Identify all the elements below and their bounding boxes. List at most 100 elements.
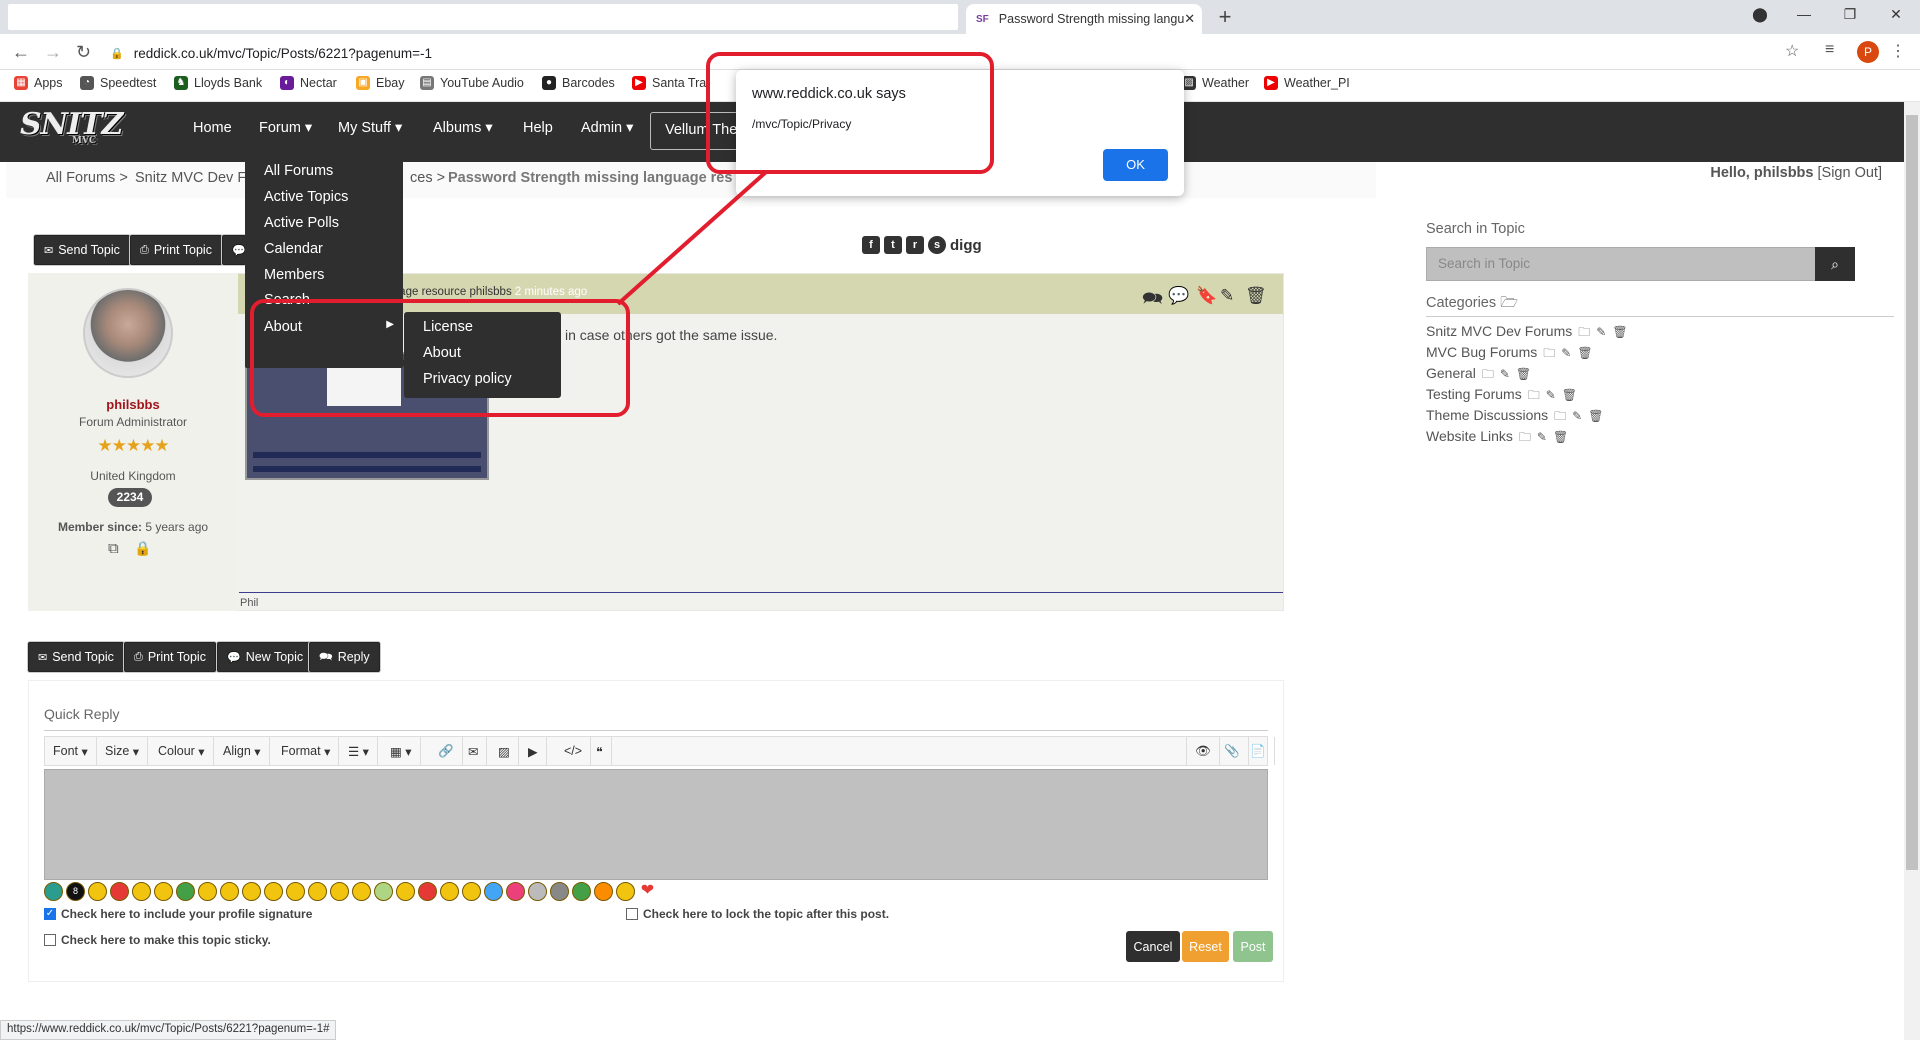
- bookmark-ebay[interactable]: ▣ Ebay: [356, 76, 405, 90]
- font-dropdown[interactable]: Font ▾: [45, 737, 97, 765]
- youtube-icon[interactable]: ▶: [520, 737, 547, 765]
- emoticon-icon[interactable]: [418, 882, 437, 901]
- category-item[interactable]: Theme Discussions 🗀 ✎ 🗑: [1426, 407, 1603, 428]
- menu-active-polls[interactable]: Active Polls: [264, 215, 339, 231]
- emoticon-icon[interactable]: [88, 882, 107, 901]
- table-icon[interactable]: ▦ ▾: [382, 737, 421, 765]
- stumbleupon-icon[interactable]: s: [928, 236, 946, 254]
- signature-checkbox[interactable]: ✓ Check here to include your profile sign…: [44, 907, 312, 921]
- emoticon-icon[interactable]: [264, 882, 283, 901]
- sticky-checkbox[interactable]: Check here to make this topic sticky.: [44, 933, 271, 947]
- emoticon-icon[interactable]: [616, 882, 635, 901]
- align-dropdown[interactable]: Align ▾: [215, 737, 270, 765]
- emoticon-icon[interactable]: [528, 882, 547, 901]
- nav-albums[interactable]: Albums ▾: [433, 120, 493, 136]
- breadcrumb-forum[interactable]: Snitz MVC Dev Fo: [135, 170, 254, 186]
- menu-all-forums[interactable]: All Forums: [264, 163, 333, 179]
- sitemap-icon[interactable]: ⧉: [108, 540, 119, 557]
- heart-icon[interactable]: ❤: [638, 882, 657, 901]
- new-topic-button[interactable]: 💬 New Topic: [217, 642, 314, 672]
- emoticon-icon[interactable]: [572, 882, 591, 901]
- emoticon-icon[interactable]: [352, 882, 371, 901]
- facebook-icon[interactable]: f: [862, 236, 880, 254]
- bookmark-apps[interactable]: ▦ Apps: [14, 76, 63, 90]
- emoticon-icon[interactable]: [550, 882, 569, 901]
- reset-button[interactable]: Reset: [1182, 931, 1229, 962]
- emoticon-icon[interactable]: [154, 882, 173, 901]
- menu-calendar[interactable]: Calendar: [264, 241, 323, 257]
- emoticon-icon[interactable]: [484, 882, 503, 901]
- back-icon[interactable]: ←: [12, 42, 30, 63]
- category-item[interactable]: MVC Bug Forums 🗀 ✎ 🗑: [1426, 344, 1593, 365]
- bookmark-star-icon[interactable]: ☆: [1785, 41, 1799, 61]
- emoticon-icon[interactable]: 8: [66, 882, 85, 901]
- send-topic-button[interactable]: ✉ Send Topic: [34, 235, 130, 265]
- emoticon-icon[interactable]: [440, 882, 459, 901]
- emoticon-icon[interactable]: [308, 882, 327, 901]
- emoticon-icon[interactable]: [44, 882, 63, 901]
- link-icon[interactable]: 🔗: [430, 737, 463, 765]
- tab-search-icon[interactable]: ⬤: [1740, 6, 1780, 23]
- upload-file-icon[interactable]: 📄: [1242, 737, 1275, 765]
- edit-icon[interactable]: ✎: [1220, 286, 1234, 306]
- maximize-icon[interactable]: ❐: [1830, 6, 1870, 23]
- cancel-button[interactable]: Cancel: [1126, 931, 1180, 962]
- reddit-icon[interactable]: r: [906, 236, 924, 254]
- bookmark-speedtest[interactable]: ◔ Speedtest: [80, 76, 156, 90]
- reply-textarea[interactable]: [44, 769, 1268, 880]
- category-item[interactable]: Testing Forums 🗀 ✎ 🗑: [1426, 386, 1577, 407]
- breadcrumb-all-forums[interactable]: All Forums >: [46, 170, 128, 186]
- email-icon[interactable]: ✉: [460, 737, 488, 765]
- trash-icon[interactable]: 🗑: [1245, 286, 1267, 306]
- nav-help[interactable]: Help: [523, 120, 553, 136]
- reply-icon[interactable]: 💬: [1168, 286, 1189, 306]
- bookmark-nectar[interactable]: ◐ Nectar: [280, 76, 337, 90]
- emoticon-icon[interactable]: [220, 882, 239, 901]
- profile-avatar[interactable]: P: [1857, 41, 1879, 63]
- site-logo[interactable]: SNITZ MVC: [20, 107, 135, 151]
- emoticon-icon[interactable]: [286, 882, 305, 901]
- emoticon-icon[interactable]: [374, 882, 393, 901]
- lock-icon[interactable]: 🔒: [134, 540, 151, 557]
- lock-topic-checkbox[interactable]: Check here to lock the topic after this …: [626, 907, 889, 921]
- nav-forum[interactable]: Forum ▾: [259, 120, 312, 136]
- active-tab[interactable]: SF Password Strength missing langu ✕: [966, 4, 1202, 34]
- breadcrumb-subforum[interactable]: ces >: [410, 170, 445, 186]
- emoticon-icon[interactable]: [506, 882, 525, 901]
- emoticon-icon[interactable]: [462, 882, 481, 901]
- code-icon[interactable]: </>: [556, 737, 592, 765]
- tab-search-field[interactable]: [8, 4, 958, 30]
- scrollbar-thumb[interactable]: [1906, 115, 1918, 870]
- alert-ok-button[interactable]: OK: [1103, 149, 1168, 181]
- menu-active-topics[interactable]: Active Topics: [264, 189, 348, 205]
- author-name[interactable]: philsbbs: [28, 397, 238, 412]
- minimize-icon[interactable]: —: [1784, 6, 1824, 22]
- emoticon-icon[interactable]: [330, 882, 349, 901]
- reload-icon[interactable]: ↻: [76, 42, 91, 63]
- tab-close-icon[interactable]: ✕: [1184, 11, 1195, 27]
- quote-icon[interactable]: 🗪: [1142, 286, 1163, 315]
- image-icon[interactable]: ▨: [490, 737, 519, 765]
- emoticon-icon[interactable]: [242, 882, 261, 901]
- emoticon-icon[interactable]: [594, 882, 613, 901]
- print-topic-button[interactable]: ⎙ Print Topic: [130, 235, 222, 265]
- menu-kebab-icon[interactable]: ⋮: [1890, 41, 1906, 61]
- post-button[interactable]: Post: [1233, 931, 1273, 962]
- emoticon-icon[interactable]: [396, 882, 415, 901]
- bookmark-weather[interactable]: ▨ Weather: [1182, 76, 1249, 90]
- quote-block-icon[interactable]: ❝: [588, 737, 612, 765]
- emoticon-icon[interactable]: [176, 882, 195, 901]
- forward-icon[interactable]: →: [44, 42, 62, 63]
- bookmark-youtube-audio[interactable]: ▤ YouTube Audio: [420, 76, 524, 90]
- bookmark-weather-pi[interactable]: ▶ Weather_PI: [1264, 76, 1350, 90]
- bookmark-lloyds[interactable]: ♞ Lloyds Bank: [174, 76, 262, 90]
- nav-admin[interactable]: Admin ▾: [581, 120, 633, 136]
- nav-my-stuff[interactable]: My Stuff ▾: [338, 120, 402, 136]
- window-close-icon[interactable]: ✕: [1876, 6, 1916, 23]
- preview-eye-icon[interactable]: 👁: [1186, 737, 1220, 765]
- author-avatar[interactable]: [83, 288, 173, 378]
- send-topic-button-bottom[interactable]: ✉ Send Topic: [28, 642, 124, 672]
- category-item[interactable]: Website Links 🗀 ✎ 🗑: [1426, 428, 1568, 449]
- size-dropdown[interactable]: Size ▾: [97, 737, 149, 765]
- search-icon[interactable]: ⌕: [1815, 247, 1855, 281]
